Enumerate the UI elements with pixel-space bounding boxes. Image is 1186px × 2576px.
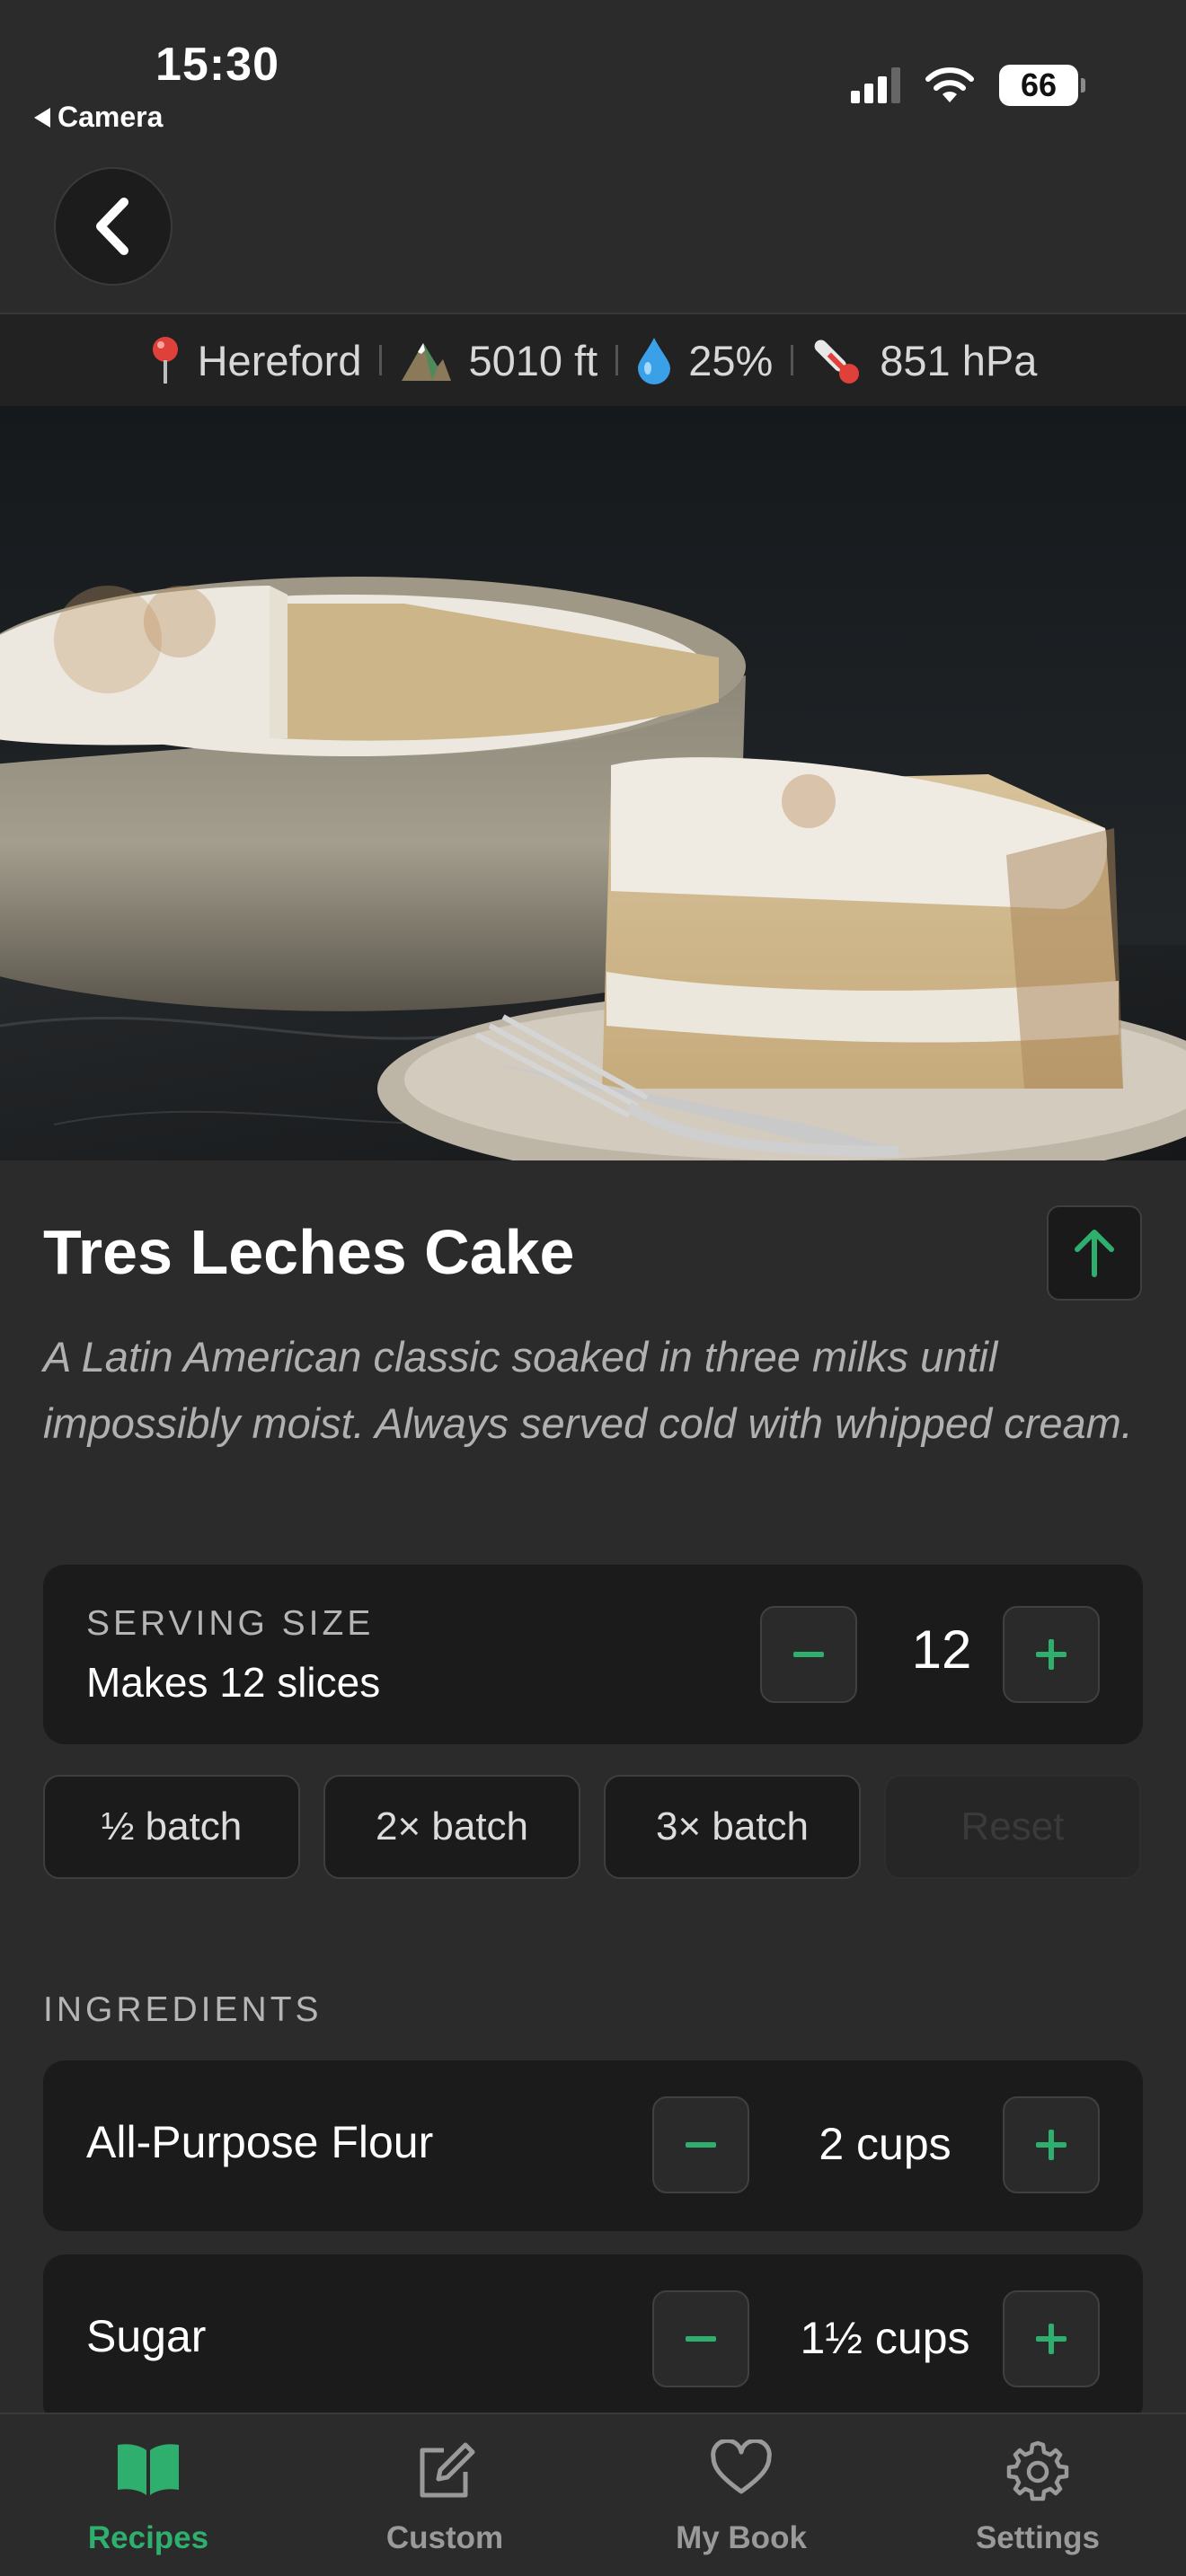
thermometer-icon: [814, 340, 860, 384]
mountain-icon: [402, 343, 452, 381]
tab-my-book[interactable]: My Book: [593, 2414, 890, 2576]
env-altitude: 5010 ft: [400, 336, 597, 385]
tab-label: Custom: [385, 2520, 504, 2555]
share-button[interactable]: [1047, 1205, 1142, 1301]
location-label: Hereford: [197, 336, 362, 384]
recipe-hero-image: [0, 406, 1186, 1160]
serving-size-subtitle: Makes 12 slices: [86, 1659, 381, 1706]
minus-icon: [793, 1652, 824, 1657]
gear-icon: [1006, 2440, 1069, 2501]
droplet-icon: [638, 338, 671, 384]
ingredient-name: All-Purpose Flour: [86, 2117, 434, 2167]
recipe-title: Tres Leches Cake: [43, 1217, 575, 1287]
tab-label: Settings: [975, 2520, 1101, 2555]
cellular-signal-icon: [851, 67, 900, 103]
tab-custom[interactable]: Custom: [296, 2414, 593, 2576]
env-humidity: 25%: [636, 336, 773, 385]
serving-decrease-button[interactable]: [760, 1606, 857, 1703]
tab-label: Recipes: [87, 2520, 209, 2555]
tab-settings[interactable]: Settings: [890, 2414, 1186, 2576]
wifi-icon: [925, 67, 974, 102]
serving-size-card: SERVING SIZE Makes 12 slices 12: [43, 1565, 1143, 1744]
tab-bar: Recipes Custom My Book Settings: [0, 2413, 1186, 2576]
divider: [615, 345, 619, 375]
ingredient-row: All-Purpose Flour 2 cups: [43, 2060, 1143, 2231]
ingredient-increase-button[interactable]: [1003, 2290, 1100, 2387]
ingredients-header: INGREDIENTS: [43, 1990, 323, 2029]
plus-icon-v: [1049, 2130, 1054, 2160]
altitude-label: 5010 ft: [468, 336, 598, 384]
environment-bar: Hereford 5010 ft 25% 851 hPa: [0, 313, 1186, 406]
heart-icon: [711, 2439, 772, 2494]
divider: [791, 345, 794, 375]
tab-label: My Book: [676, 2520, 807, 2555]
minus-icon: [686, 2336, 716, 2342]
back-app-label: Camera: [58, 101, 164, 133]
ingredient-name: Sugar: [86, 2311, 207, 2361]
edit-icon: [420, 2442, 475, 2498]
status-time: 15:30: [155, 39, 279, 91]
recipe-description: A Latin American classic soaked in three…: [43, 1333, 1133, 1447]
chevron-left-icon: [96, 198, 128, 255]
serving-size-label: SERVING SIZE: [86, 1604, 375, 1643]
book-icon: [118, 2444, 179, 2495]
serving-increase-button[interactable]: [1003, 1606, 1100, 1703]
double-batch-button[interactable]: 2× batch: [323, 1775, 580, 1879]
ingredient-decrease-button[interactable]: [652, 2096, 749, 2193]
plus-icon-v: [1049, 1639, 1054, 1670]
tab-recipes[interactable]: Recipes: [0, 2414, 296, 2576]
arrow-up-icon: [1075, 1230, 1114, 1277]
divider: [379, 345, 383, 375]
ingredient-quantity: 1½ cups: [800, 2313, 970, 2363]
triple-batch-button[interactable]: 3× batch: [604, 1775, 861, 1879]
ingredient-row: Sugar 1½ cups: [43, 2254, 1143, 2425]
back-button[interactable]: [54, 167, 173, 286]
ingredient-increase-button[interactable]: [1003, 2096, 1100, 2193]
half-batch-button[interactable]: ½ batch: [43, 1775, 300, 1879]
serving-size-value: 12: [911, 1619, 972, 1680]
pressure-label: 851 hPa: [880, 336, 1038, 384]
back-triangle-icon: [34, 107, 50, 128]
ingredient-decrease-button[interactable]: [652, 2290, 749, 2387]
back-to-app-link[interactable]: Camera: [34, 101, 163, 134]
battery-indicator: 66: [999, 65, 1085, 106]
location-pin-icon: [152, 337, 178, 384]
ingredient-quantity: 2 cups: [819, 2119, 951, 2169]
env-pressure: 851 hPa: [811, 334, 1037, 386]
env-location: Hereford: [149, 335, 362, 385]
reset-button[interactable]: Reset: [884, 1775, 1141, 1879]
status-icons: 66: [851, 65, 1085, 106]
minus-icon: [686, 2142, 716, 2148]
humidity-label: 25%: [688, 336, 774, 384]
plus-icon-v: [1049, 2324, 1054, 2354]
